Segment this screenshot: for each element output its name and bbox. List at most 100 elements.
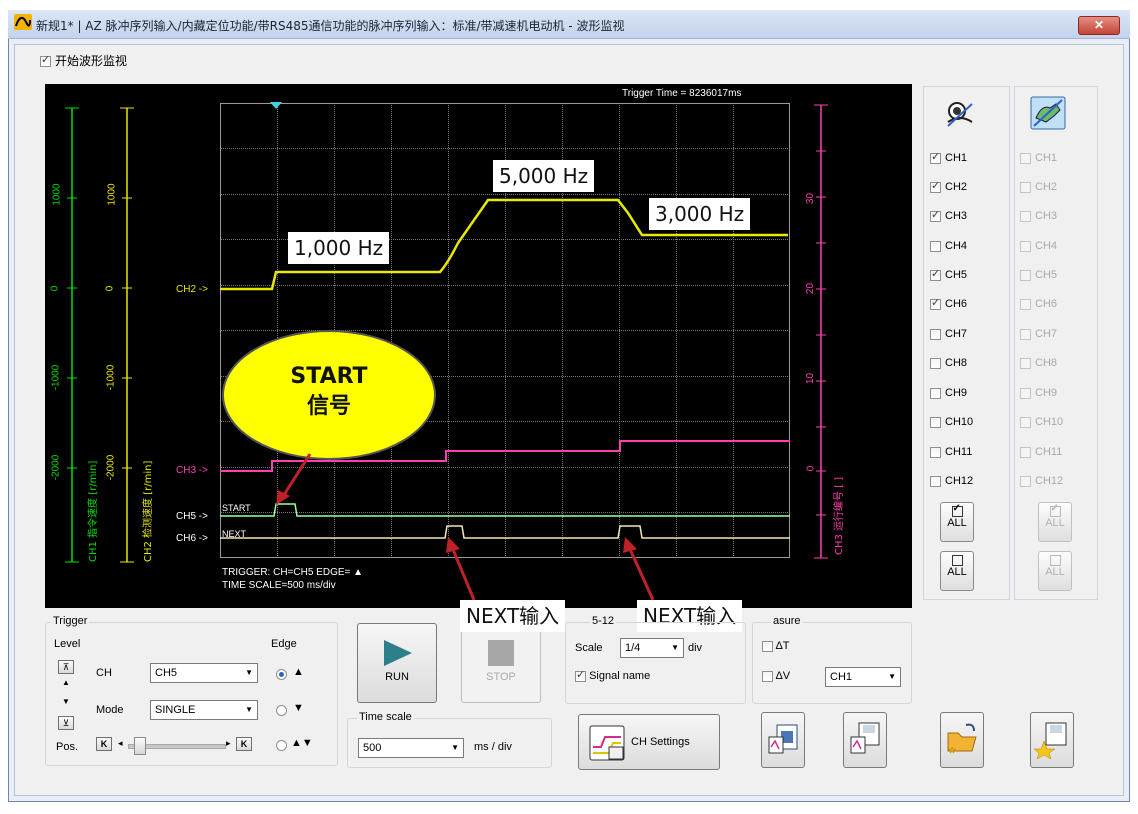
ch-settings-icon — [589, 725, 625, 761]
ch3-tick-30: 30 — [805, 192, 817, 205]
position-end-button[interactable]: K — [236, 737, 252, 751]
edge-both-radio[interactable] — [276, 740, 287, 751]
channel-label: CH7 — [945, 328, 968, 340]
channel-checkbox[interactable] — [930, 357, 941, 369]
channel-checkbox[interactable] — [930, 267, 941, 281]
position-left-icon[interactable]: ◂ — [118, 738, 123, 749]
save-settings-button[interactable] — [1030, 712, 1074, 768]
channel-row[interactable]: CH12 — [930, 475, 973, 487]
channel-secondary-checkbox — [1020, 416, 1031, 428]
channel-row[interactable]: CH11 — [930, 446, 972, 458]
channel-row[interactable]: CH10 — [930, 416, 973, 428]
channel-secondary-checkbox — [1020, 181, 1031, 193]
run-button[interactable]: RUN — [357, 623, 437, 703]
channel-row[interactable]: CH8 — [930, 357, 967, 369]
channel-secondary-row: CH9 — [1020, 387, 1057, 399]
measure-ch-select[interactable]: CH1 ▼ — [825, 667, 901, 687]
channel-label: CH6 — [945, 298, 968, 310]
channel-checkbox[interactable] — [930, 240, 941, 252]
level-up-icon[interactable]: ▲ — [62, 678, 70, 687]
channel-checkbox[interactable] — [930, 416, 941, 428]
signal-name-check[interactable] — [575, 668, 586, 682]
measure-group-label: asure — [771, 615, 803, 627]
level-down-icon[interactable]: ▼ — [62, 697, 70, 706]
delta-t-label: ΔT — [775, 640, 790, 652]
channel-secondary-checkbox — [1020, 240, 1031, 252]
channel-checkbox[interactable] — [930, 475, 941, 487]
chevron-down-icon: ▼ — [671, 643, 679, 652]
channel-checkbox[interactable] — [930, 328, 941, 340]
checked-box-icon — [1049, 503, 1061, 517]
edge-label: Edge — [271, 638, 297, 650]
signal-name-checkbox[interactable]: Signal name — [575, 668, 650, 682]
level-min-button[interactable]: ⊻ — [58, 716, 74, 730]
channel-checkbox[interactable] — [930, 387, 941, 399]
copy-clipboard-button[interactable] — [761, 712, 805, 768]
channel-checkbox[interactable] — [930, 446, 941, 458]
channel-secondary-label: CH6 — [1035, 298, 1058, 310]
run-label: RUN — [385, 671, 409, 683]
edge-falling-radio[interactable] — [276, 705, 287, 716]
channel-secondary-label: CH11 — [1035, 446, 1063, 458]
position-right-icon[interactable]: ▸ — [226, 738, 231, 749]
empty-box-icon — [951, 555, 963, 566]
channel-secondary-label: CH4 — [1035, 240, 1058, 252]
start-monitor-checkbox[interactable]: 开始波形监视 — [40, 52, 127, 69]
channel-checkbox[interactable] — [930, 208, 941, 222]
channel-secondary-label: CH7 — [1035, 328, 1058, 340]
trigger-mode-select[interactable]: SINGLE ▼ — [150, 700, 258, 720]
delta-v-checkbox[interactable]: ΔV — [762, 670, 790, 682]
edge-falling-icon: ▼ — [293, 702, 304, 714]
close-button[interactable]: ✕ — [1078, 16, 1120, 35]
empty-box-icon — [1049, 555, 1061, 566]
stop-button: STOP — [461, 623, 541, 703]
channel-row[interactable]: CH9 — [930, 387, 967, 399]
freq-1000-callout: 1,000 Hz — [288, 232, 390, 264]
position-slider-thumb[interactable] — [134, 737, 146, 755]
level-max-button[interactable]: ⊼ — [58, 660, 74, 674]
channel-row[interactable]: CH6 — [930, 296, 968, 310]
channel-secondary-row: CH12 — [1020, 475, 1063, 487]
ch3-axis-label: CH3 运行编号 [ ] — [834, 476, 845, 555]
channel-secondary-row: CH10 — [1020, 416, 1063, 428]
deselect-all-button[interactable]: ALL — [940, 551, 974, 591]
channel-row[interactable]: CH1 — [930, 150, 968, 164]
open-settings-button[interactable] — [940, 712, 984, 768]
ch-settings-button[interactable]: CH Settings — [578, 714, 720, 770]
channel-secondary-label: CH10 — [1035, 416, 1064, 428]
scale-select[interactable]: 1/4 ▼ — [620, 638, 684, 658]
edge-rising-icon: ▲ — [293, 666, 304, 678]
time-scale-value: 500 — [363, 742, 382, 754]
channel-secondary-checkbox — [1020, 152, 1031, 164]
delta-v-check[interactable] — [762, 670, 773, 682]
delta-v-label: ΔV — [775, 670, 791, 682]
select-all-button[interactable]: ALL — [940, 502, 974, 542]
channel-checkbox[interactable] — [930, 179, 941, 193]
delta-t-check[interactable] — [762, 640, 773, 652]
channel-row[interactable]: CH4 — [930, 240, 967, 252]
position-start-button[interactable]: K — [96, 737, 112, 751]
start-bubble-line1: START — [290, 364, 368, 389]
eye-icon[interactable] — [942, 96, 978, 132]
channel-row[interactable]: CH5 — [930, 267, 967, 281]
channel-label: CH8 — [945, 357, 968, 369]
trigger-ch-select[interactable]: CH5 ▼ — [150, 663, 258, 683]
channel-secondary-label: CH9 — [1035, 387, 1058, 399]
channel-checkbox[interactable] — [930, 296, 941, 310]
start-monitor-check[interactable] — [40, 53, 51, 67]
channel-row[interactable]: CH7 — [930, 328, 967, 340]
channel-secondary-checkbox — [1020, 446, 1031, 458]
edge-rising-radio[interactable] — [276, 669, 287, 680]
start-signal-bubble: START 信号 — [222, 330, 436, 460]
channel-checkbox[interactable] — [930, 150, 941, 164]
ch-settings-label: CH Settings — [631, 736, 690, 748]
channel-display-settings-icon[interactable] — [1030, 96, 1066, 130]
channel-label: CH1 — [945, 152, 968, 164]
time-scale-select[interactable]: 500 ▼ — [358, 738, 464, 758]
delta-t-checkbox[interactable]: ΔT — [762, 640, 790, 652]
window-title: 新规1* | AZ 脉冲序列输入/内藏定位功能/带RS485通信功能的脉冲序列输… — [36, 19, 625, 33]
chevron-down-icon: ▼ — [888, 672, 896, 681]
channel-row[interactable]: CH3 — [930, 208, 967, 222]
save-waveform-button[interactable] — [843, 712, 887, 768]
channel-row[interactable]: CH2 — [930, 179, 967, 193]
